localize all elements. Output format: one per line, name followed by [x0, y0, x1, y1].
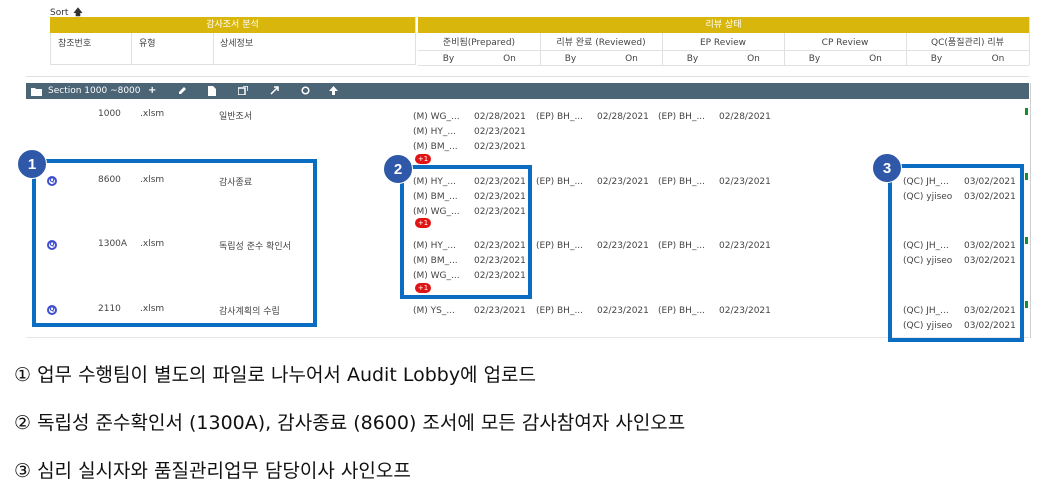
table-bottom-divider — [26, 337, 1029, 338]
sub-on: On — [747, 54, 760, 64]
reviewed-by: (EP) BH_... — [536, 177, 584, 187]
col-header-cp-review[interactable]: CP Review — [784, 36, 906, 50]
callout-number-2: 2 — [383, 154, 413, 184]
add-icon[interactable]: + — [148, 83, 156, 99]
col-header-ref[interactable]: 참조번호 — [58, 36, 91, 52]
status-mark — [1025, 108, 1028, 115]
header-group-review-status: 리뷰 상태 — [418, 17, 1029, 33]
col-header-reviewed[interactable]: 리뷰 완료 (Reviewed) — [540, 36, 662, 50]
row-type: .xlsm — [140, 109, 165, 119]
prepared-on: 02/23/2021 — [474, 306, 526, 316]
arrow-up-icon[interactable] — [329, 83, 338, 101]
section-bar[interactable]: Section 1000 ~8000 + — [26, 83, 1029, 99]
col-header-type[interactable]: 유형 — [139, 36, 156, 52]
reviewed-on: 02/28/2021 — [597, 112, 649, 122]
prepared-by: (M) YS_... — [413, 306, 455, 316]
edit-icon[interactable] — [178, 83, 187, 101]
row-detail[interactable]: 일반조서 — [219, 109, 252, 122]
prepared-on: 02/23/2021 — [474, 142, 526, 152]
section-title: Section 1000 ~8000 — [48, 86, 141, 96]
sub-by: By — [442, 54, 455, 64]
document-icon[interactable] — [208, 83, 216, 102]
ep-on: 02/23/2021 — [719, 306, 771, 316]
prepared-by: (M) WG_... — [413, 112, 460, 122]
sub-by: By — [686, 54, 699, 64]
reviewed-by: (EP) BH_... — [536, 241, 584, 251]
collapse-icon[interactable] — [270, 83, 279, 101]
callout-number-1: 1 — [17, 149, 47, 179]
sub-by: By — [564, 54, 577, 64]
ep-on: 02/23/2021 — [719, 241, 771, 251]
ep-on: 02/28/2021 — [719, 112, 771, 122]
reviewed-on: 02/23/2021 — [597, 177, 649, 187]
col-header-prepared[interactable]: 준비됨(Prepared) — [418, 36, 540, 50]
ep-by: (EP) BH_... — [658, 177, 706, 187]
note-1: ① 업무 수행팀이 별도의 파일로 나누어서 Audit Lobby에 업로드 — [14, 364, 537, 386]
prepared-by: (M) HY_... — [413, 127, 456, 137]
refresh-icon[interactable] — [301, 83, 310, 101]
sub-on: On — [503, 54, 516, 64]
reviewed-on: 02/23/2021 — [597, 241, 649, 251]
scrollbar-edge — [1030, 83, 1031, 338]
sub-on: On — [625, 54, 638, 64]
prepared-by: (M) BM_... — [413, 142, 458, 152]
callout-box-1 — [32, 159, 317, 327]
reviewed-by: (EP) BH_... — [536, 306, 584, 316]
prepared-on: 02/28/2021 — [474, 112, 526, 122]
col-header-ep-review[interactable]: EP Review — [662, 36, 784, 50]
ep-on: 02/23/2021 — [719, 177, 771, 187]
row-ref: 1000 — [98, 109, 121, 119]
callout-box-3 — [888, 164, 1024, 342]
status-mark — [1025, 301, 1028, 308]
ep-by: (EP) BH_... — [658, 306, 706, 316]
note-2: ② 독립성 준수확인서 (1300A), 감사종료 (8600) 조서에 모든 … — [14, 412, 686, 434]
ep-by: (EP) BH_... — [658, 241, 706, 251]
more-badge[interactable]: +1 — [415, 154, 431, 164]
sub-by: By — [930, 54, 943, 64]
ep-by: (EP) BH_... — [658, 112, 706, 122]
status-mark — [1025, 237, 1028, 244]
note-3: ③ 심리 실시자와 품질관리업무 담당이사 사인오프 — [14, 460, 411, 482]
status-mark — [1025, 173, 1028, 180]
sub-on: On — [991, 54, 1005, 64]
header-group-analysis: 감사조서 분석 — [50, 17, 415, 33]
callout-box-2 — [400, 165, 532, 299]
col-header-detail[interactable]: 상세정보 — [220, 36, 253, 52]
reviewed-by: (EP) BH_... — [536, 112, 584, 122]
reviewed-on: 02/23/2021 — [597, 306, 649, 316]
col-header-qc-review[interactable]: QC(품질관리) 리뷰 — [906, 36, 1029, 50]
sub-by: By — [808, 54, 821, 64]
prepared-on: 02/23/2021 — [474, 127, 526, 137]
sub-on: On — [869, 54, 882, 64]
folder-icon — [31, 83, 42, 102]
callout-number-3: 3 — [872, 153, 902, 183]
export-icon[interactable] — [237, 83, 249, 101]
